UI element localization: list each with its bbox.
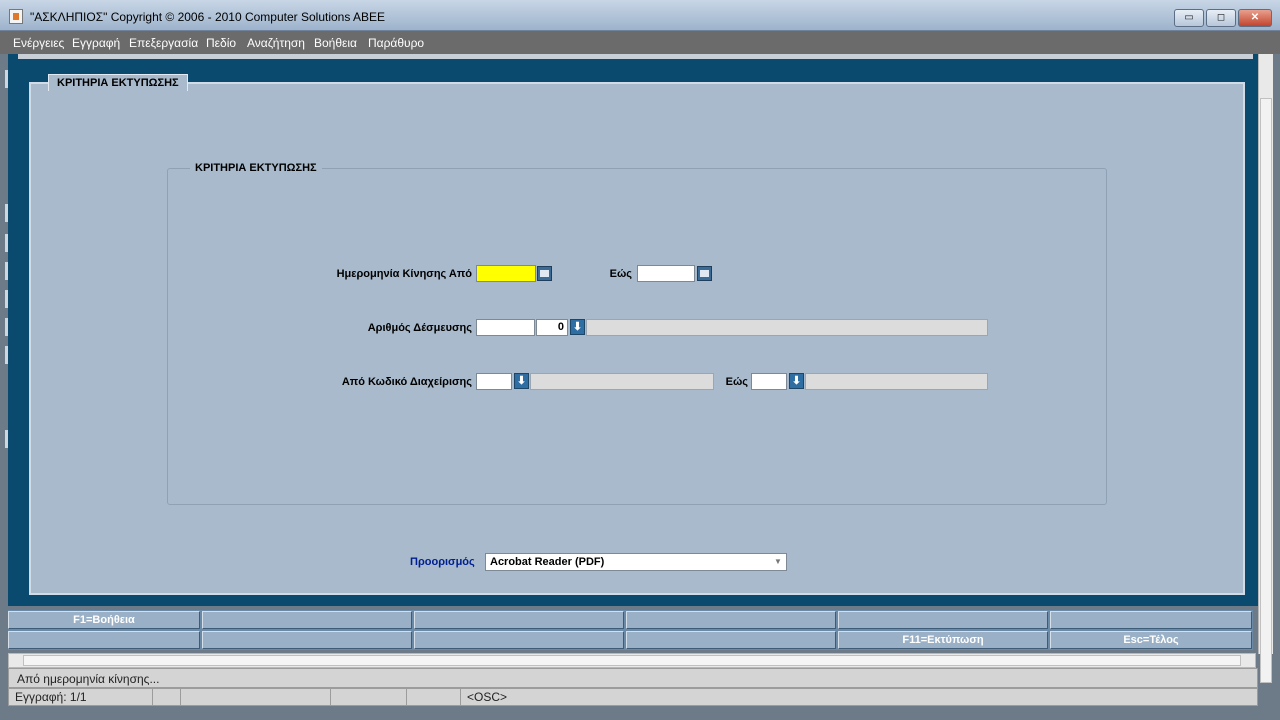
status-cell-5 <box>407 689 461 705</box>
window-titlebar: "ΑΣΚΛΗΠΙΟΣ" Copyright © 2006 - 2010 Comp… <box>0 0 1280 31</box>
status-info-bar: Εγγραφή: 1/1 <OSC> <box>8 688 1258 706</box>
mode-indicator: <OSC> <box>467 690 508 704</box>
fkey-slot-1-6[interactable] <box>1050 611 1252 629</box>
horizontal-scrollbar-thumb[interactable] <box>23 655 1241 666</box>
date-to-label: Εώς <box>609 268 632 280</box>
date-to-field[interactable] <box>637 265 695 282</box>
record-counter: Εγγραφή: 1/1 <box>9 689 153 705</box>
menu-search[interactable]: Αναζήτηση <box>247 36 305 50</box>
criteria-group-frame <box>167 168 1107 505</box>
window-title: "ΑΣΚΛΗΠΙΟΣ" Copyright © 2006 - 2010 Comp… <box>30 10 386 24</box>
commitment-label: Αριθμός Δέσμευσης <box>367 322 472 334</box>
maximize-button[interactable]: ◻ <box>1206 9 1236 27</box>
mgmt-to-label: Εώς <box>725 376 748 388</box>
java-app-icon <box>9 9 23 24</box>
fkey-slot-2-1[interactable] <box>8 631 200 649</box>
fkey-slot-1-2[interactable] <box>202 611 412 629</box>
mgmt-from-lov-icon[interactable]: ⬇ <box>514 373 529 389</box>
date-from-label: Ημερομηνία Κίνησης Από <box>336 268 472 280</box>
status-message: Από ημερομηνία κίνησης... <box>17 672 160 686</box>
status-message-bar: Από ημερομηνία κίνησης... <box>8 668 1258 688</box>
commitment-description-field <box>586 319 988 336</box>
fkey-slot-1-3[interactable] <box>414 611 624 629</box>
date-from-calendar-icon[interactable] <box>537 266 552 281</box>
mgmt-to-code-field[interactable] <box>751 373 787 390</box>
menu-help[interactable]: Βοήθεια <box>314 36 357 50</box>
menu-window[interactable]: Παράθυρο <box>368 36 424 50</box>
mgmt-from-description-field <box>530 373 714 390</box>
status-cell-2 <box>153 689 181 705</box>
menu-actions[interactable]: Ενέργειες <box>13 36 64 50</box>
menu-edit[interactable]: Επεξεργασία <box>129 36 198 50</box>
criteria-group-label: ΚΡΙΤΗΡΙΑ ΕΚΤΥΠΩΣΗΣ <box>190 162 322 174</box>
status-cell-3 <box>181 689 331 705</box>
tab-print-criteria[interactable]: ΚΡΙΤΗΡΙΑ ΕΚΤΥΠΩΣΗΣ <box>48 74 188 91</box>
vertical-scrollbar-thumb[interactable] <box>1260 98 1272 683</box>
esc-exit-button[interactable]: Esc=Τέλος <box>1050 631 1252 649</box>
close-button[interactable]: ✕ <box>1238 9 1272 27</box>
fkey-slot-2-2[interactable] <box>202 631 412 649</box>
hidden-fields-strip <box>18 54 1253 59</box>
horizontal-scrollbar[interactable] <box>8 653 1256 668</box>
fkey-slot-2-4[interactable] <box>626 631 836 649</box>
destination-label: Προορισμός <box>410 556 475 568</box>
mgmt-from-code-field[interactable] <box>476 373 512 390</box>
menu-field[interactable]: Πεδίο <box>206 36 236 50</box>
mgmt-to-description-field <box>805 373 988 390</box>
destination-select[interactable]: Acrobat Reader (PDF) ▼ <box>485 553 787 571</box>
dropdown-arrow-icon[interactable]: ▼ <box>772 556 784 568</box>
menu-record[interactable]: Εγγραφή <box>72 36 120 50</box>
vertical-scrollbar[interactable] <box>1258 54 1273 683</box>
status-cell-4 <box>331 689 407 705</box>
commitment-sub-field[interactable]: 0 <box>536 319 568 336</box>
mgmt-from-label: Από Κωδικό Διαχείρισης <box>341 376 472 388</box>
commitment-number-field[interactable] <box>476 319 535 336</box>
fkey-slot-1-5[interactable] <box>838 611 1048 629</box>
fkey-slot-2-3[interactable] <box>414 631 624 649</box>
fkey-slot-1-4[interactable] <box>626 611 836 629</box>
minimize-button[interactable]: ▭ <box>1174 9 1204 27</box>
menu-bar: Ενέργειες Εγγραφή Επεξεργασία Πεδίο Αναζ… <box>0 31 1280 54</box>
left-edge <box>0 54 9 654</box>
commitment-lov-icon[interactable]: ⬇ <box>570 319 585 335</box>
date-to-calendar-icon[interactable] <box>697 266 712 281</box>
date-from-field[interactable] <box>476 265 536 282</box>
f1-help-button[interactable]: F1=Βοήθεια <box>8 611 200 629</box>
mgmt-to-lov-icon[interactable]: ⬇ <box>789 373 804 389</box>
f11-print-button[interactable]: F11=Εκτύπωση <box>838 631 1048 649</box>
destination-selected-value: Acrobat Reader (PDF) <box>490 556 605 568</box>
